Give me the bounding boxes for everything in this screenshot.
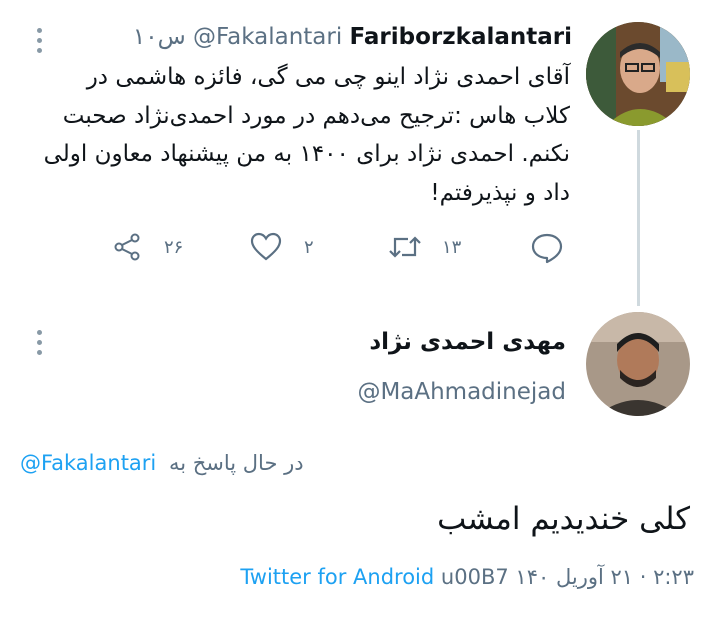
like-button[interactable]: ۲ [250, 232, 314, 262]
avatar-mahmadinejad[interactable] [586, 312, 690, 416]
replying-to-line: @Fakalantari در حال پاسخ به [20, 446, 304, 480]
tweet-time[interactable]: ۱۰س [133, 24, 186, 50]
more-options-icon[interactable] [34, 28, 44, 53]
tweet-source[interactable]: Twitter for Android [240, 565, 434, 589]
tweet-handle[interactable]: @Fakalantari [193, 24, 342, 50]
avatar-photo [586, 312, 690, 416]
tweet-body: آقای احمدی نژاد اینو چی می گی، فائزه هاش… [43, 64, 570, 206]
retweet-count: ۱۳ [442, 236, 462, 258]
reply-meta: Twitter for Android u00B7 ۲:۲۳ · ۲۱ آوری… [160, 560, 694, 594]
thread-line [637, 130, 640, 306]
reply-body: کلی خندیدیم امشب [437, 501, 690, 537]
tweet-timestamp[interactable]: ۲:۲۳ · ۲۱ آوریل ۱۴۰ [515, 560, 694, 594]
tweet-header: ۱۰س @Fakalantari Fariborzkalantari [96, 20, 572, 54]
heart-icon [250, 232, 282, 261]
retweet-icon [389, 236, 421, 258]
like-count: ۲ [304, 236, 314, 258]
avatar-photo [586, 22, 690, 126]
tweet-display-name[interactable]: Fariborzkalantari [350, 24, 572, 50]
share-count: ۲۶ [164, 236, 184, 258]
avatar-fariborzkalantari[interactable] [586, 22, 690, 126]
retweet-button[interactable]: ۱۳ [388, 232, 461, 262]
replying-to-label: در حال پاسخ به [168, 451, 304, 475]
reply-display-name[interactable]: مهدی احمدی نژاد [300, 324, 566, 360]
meta-separator: u00B7 [440, 565, 509, 589]
more-options-icon[interactable] [34, 330, 44, 355]
reply-button[interactable] [530, 232, 564, 264]
share-button[interactable]: ۲۶ [112, 232, 183, 262]
reply-icon [531, 233, 563, 264]
share-icon [114, 233, 140, 261]
replying-to-handle[interactable]: @Fakalantari [20, 451, 156, 475]
reply-handle[interactable]: @MaAhmadinejad [260, 374, 566, 410]
